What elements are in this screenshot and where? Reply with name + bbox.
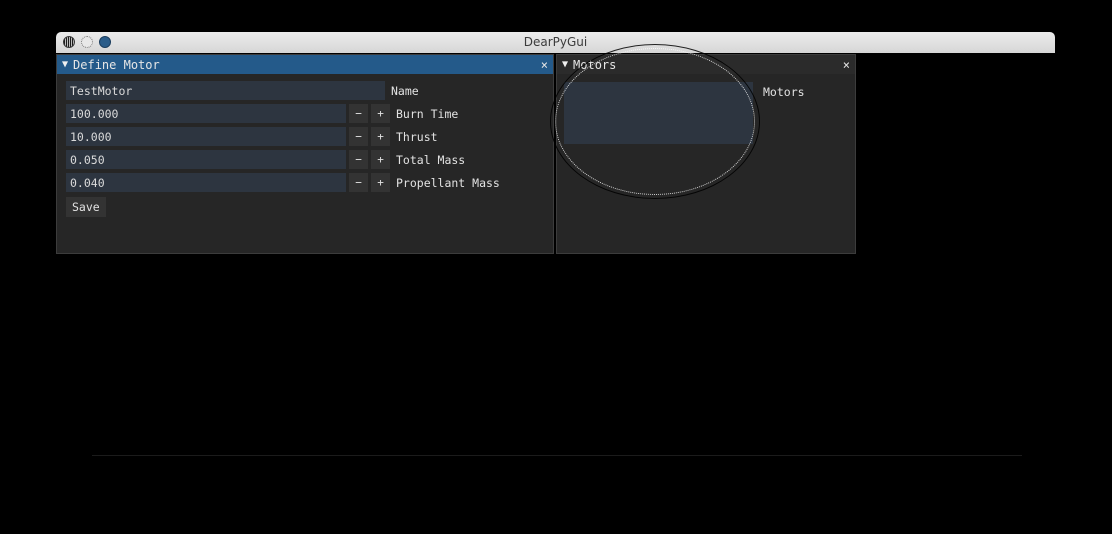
define-motor-header[interactable]: ▼ Define Motor × bbox=[57, 55, 553, 74]
total-mass-label: Total Mass bbox=[396, 152, 466, 167]
name-row: TestMotor Name bbox=[66, 81, 419, 100]
motors-list-label: Motors bbox=[763, 85, 805, 99]
burn-time-row: 100.000 − + Burn Time bbox=[66, 104, 458, 123]
motors-window: ▼ Motors × Motors bbox=[556, 54, 856, 254]
motors-listbox[interactable] bbox=[564, 82, 753, 144]
burn-time-value: 100.000 bbox=[70, 106, 119, 121]
propellant-mass-input[interactable]: 0.040 bbox=[66, 173, 346, 192]
name-input-value: TestMotor bbox=[70, 83, 133, 98]
close-icon[interactable]: × bbox=[843, 58, 850, 72]
name-input[interactable]: TestMotor bbox=[66, 81, 385, 100]
propellant-mass-label: Propellant Mass bbox=[396, 175, 500, 190]
app-root: DearPyGui ▼ Define Motor × TestMotor Nam… bbox=[0, 0, 1112, 534]
define-motor-window: ▼ Define Motor × TestMotor Name 100.000 … bbox=[56, 54, 554, 254]
total-mass-value: 0.050 bbox=[70, 152, 105, 167]
name-label: Name bbox=[391, 83, 419, 98]
viewport-divider bbox=[92, 455, 1022, 456]
thrust-increment-button[interactable]: + bbox=[371, 127, 390, 146]
propellant-mass-row: 0.040 − + Propellant Mass bbox=[66, 173, 500, 192]
propellant-mass-increment-button[interactable]: + bbox=[371, 173, 390, 192]
total-mass-row: 0.050 − + Total Mass bbox=[66, 150, 465, 169]
burn-time-increment-button[interactable]: + bbox=[371, 104, 390, 123]
burn-time-label: Burn Time bbox=[396, 106, 459, 121]
propellant-mass-value: 0.040 bbox=[70, 175, 105, 190]
close-icon[interactable]: × bbox=[541, 58, 548, 72]
collapse-triangle-icon[interactable]: ▼ bbox=[562, 59, 568, 70]
thrust-label: Thrust bbox=[396, 129, 438, 144]
burn-time-decrement-button[interactable]: − bbox=[349, 104, 368, 123]
total-mass-input[interactable]: 0.050 bbox=[66, 150, 346, 169]
motors-title: Motors bbox=[573, 57, 617, 72]
total-mass-decrement-button[interactable]: − bbox=[349, 150, 368, 169]
thrust-decrement-button[interactable]: − bbox=[349, 127, 368, 146]
collapse-triangle-icon[interactable]: ▼ bbox=[62, 59, 68, 70]
burn-time-input[interactable]: 100.000 bbox=[66, 104, 346, 123]
window-title: DearPyGui bbox=[523, 35, 588, 49]
window-titlebar[interactable]: DearPyGui bbox=[56, 32, 1055, 54]
thrust-row: 10.000 − + Thrust bbox=[66, 127, 438, 146]
save-button[interactable]: Save bbox=[66, 197, 106, 217]
propellant-mass-decrement-button[interactable]: − bbox=[349, 173, 368, 192]
thrust-input[interactable]: 10.000 bbox=[66, 127, 346, 146]
total-mass-increment-button[interactable]: + bbox=[371, 150, 390, 169]
define-motor-title: Define Motor bbox=[73, 57, 160, 72]
motors-header[interactable]: ▼ Motors × bbox=[557, 55, 855, 74]
thrust-value: 10.000 bbox=[70, 129, 112, 144]
